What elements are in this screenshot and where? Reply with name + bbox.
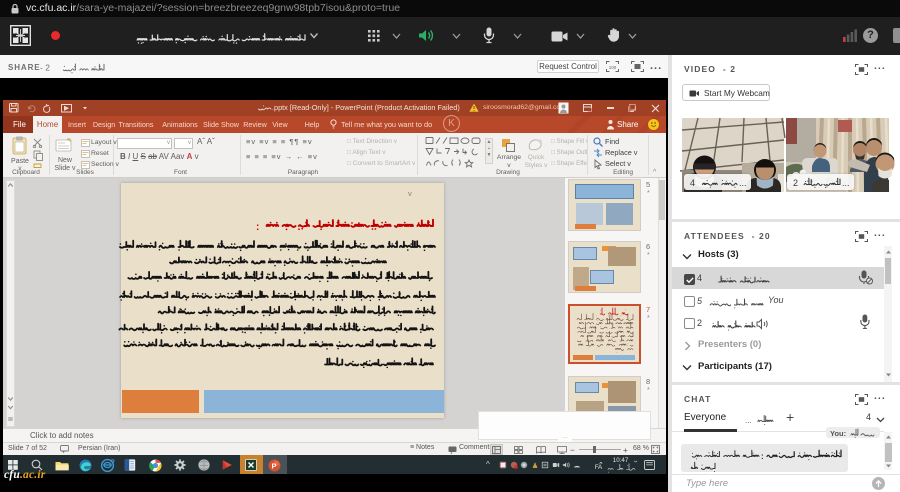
svg-text:4: 4 — [690, 178, 695, 188]
svg-text:...: ... — [739, 178, 747, 188]
svg-text:2: 2 — [793, 178, 798, 188]
svg-text:You:: You: — [830, 429, 846, 438]
svg-text:- 2: - 2 — [40, 63, 50, 73]
svg-text:...: ... — [745, 416, 752, 425]
svg-text:...: ... — [842, 178, 850, 188]
svg-text:100: 100 — [609, 65, 617, 70]
svg-text:P: P — [272, 462, 277, 471]
svg-text::: : — [761, 452, 764, 461]
